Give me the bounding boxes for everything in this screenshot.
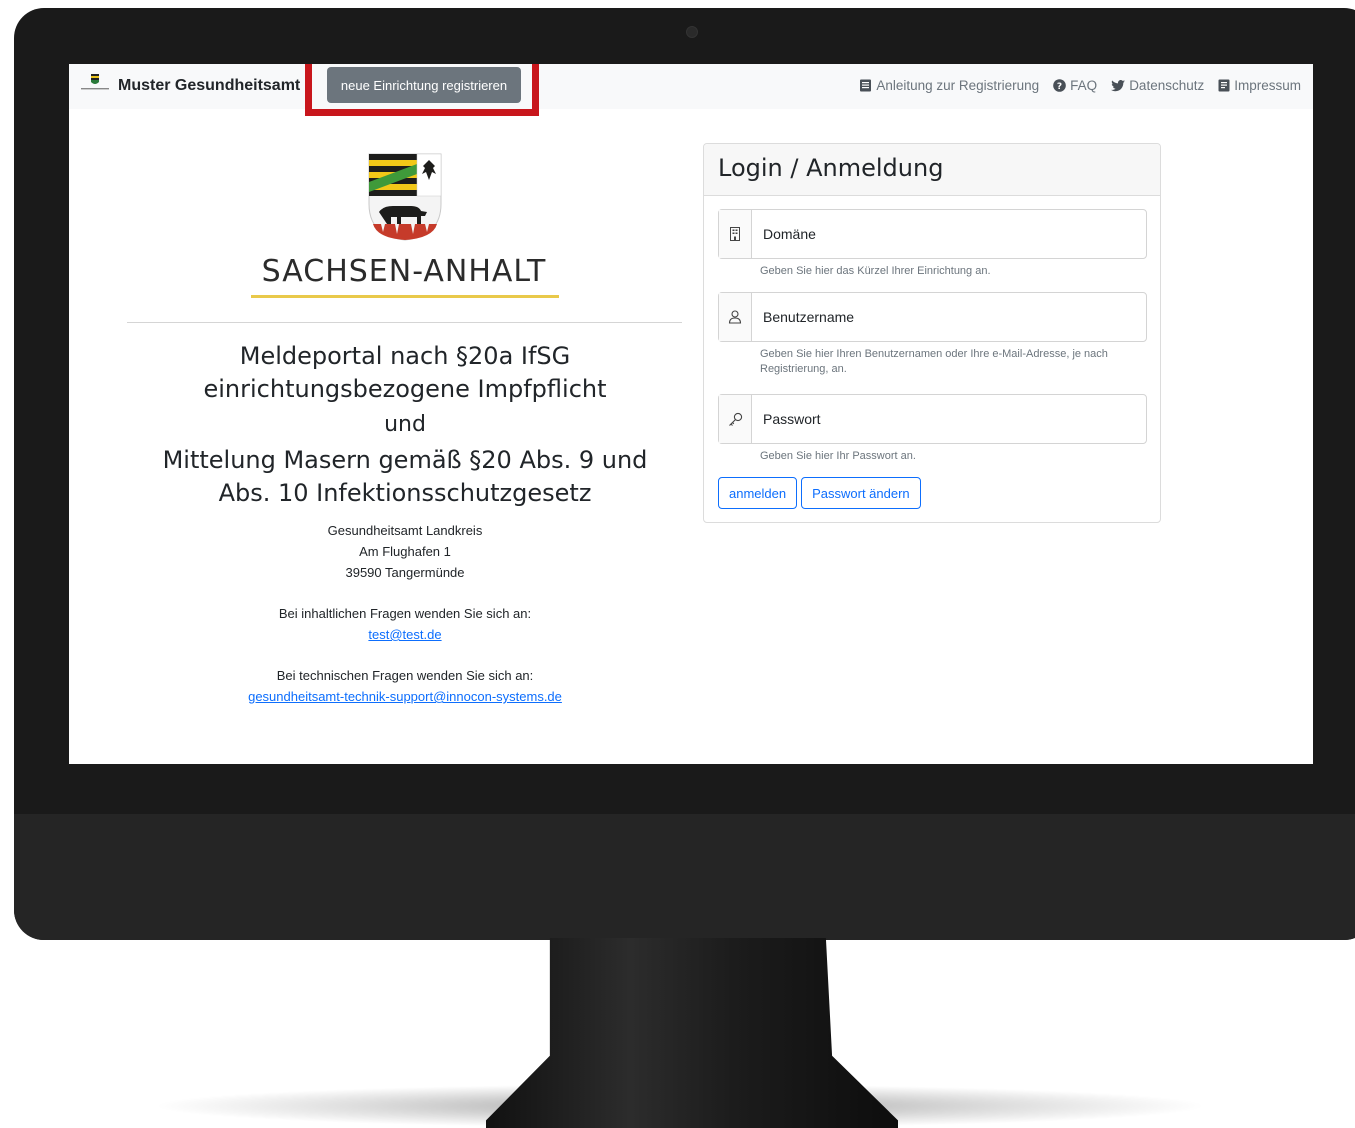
brand-logo-icon[interactable] — [79, 72, 111, 94]
nav-link-imprint[interactable]: Impressum — [1218, 78, 1301, 93]
password-field-group: Geben Sie hier Ihr Passwort an. — [718, 394, 1147, 464]
content-question-text: Bei inhaltlichen Fragen wenden Sie sich … — [278, 606, 532, 621]
navbar: Muster Gesundheitsamt neue Einrichtung r… — [69, 64, 1313, 116]
section-divider — [127, 322, 682, 323]
svg-text:?: ? — [1057, 82, 1062, 92]
nav-link-label: Impressum — [1234, 78, 1301, 93]
login-title: Login / Anmeldung — [704, 144, 1160, 196]
monitor-chin — [14, 814, 1355, 940]
nav-link-faq[interactable]: ? FAQ — [1053, 78, 1097, 93]
tech-email-link[interactable]: gesundheitsamt-technik-support@innocon-s… — [248, 689, 562, 704]
tech-contact: Bei technischen Fragen wenden Sie sich a… — [127, 665, 683, 707]
camera-icon — [686, 26, 698, 38]
brand-name[interactable]: Muster Gesundheitsamt — [118, 77, 300, 95]
twitter-icon — [1111, 79, 1126, 91]
domain-field-group: Geben Sie hier das Kürzel Ihrer Einricht… — [718, 209, 1147, 279]
conjunction-text: und — [384, 412, 426, 437]
nav-link-registration-guide[interactable]: Anleitung zur Registrierung — [859, 78, 1039, 93]
nav-link-label: Datenschutz — [1129, 78, 1205, 93]
username-field — [718, 292, 1147, 342]
state-underline — [251, 295, 559, 298]
heading-line: Mittelung Masern gemäß §20 Abs. 9 und — [162, 446, 648, 474]
building-icon — [719, 210, 752, 258]
username-input[interactable] — [752, 293, 1146, 341]
portal-heading: Meldeportal nach §20a IfSG einrichtungsb… — [127, 340, 683, 406]
state-name: SACHSEN-ANHALT — [261, 254, 547, 289]
address-line: Gesundheitsamt Landkreis — [327, 523, 483, 538]
browser-screen: Muster Gesundheitsamt neue Einrichtung r… — [69, 64, 1313, 764]
nav-link-label: Anleitung zur Registrierung — [876, 78, 1040, 93]
nav-links: Anleitung zur Registrierung ? FAQ Datens… — [859, 78, 1301, 93]
register-institution-button[interactable]: neue Einrichtung registrieren — [327, 67, 521, 103]
user-icon — [719, 293, 752, 341]
tech-question-text: Bei technischen Fragen wenden Sie sich a… — [276, 668, 534, 683]
nav-link-privacy[interactable]: Datenschutz — [1111, 78, 1204, 93]
domain-field — [718, 209, 1147, 259]
password-field — [718, 394, 1147, 444]
book-icon — [860, 79, 872, 92]
login-button[interactable]: anmelden — [718, 477, 798, 509]
login-card: Login / Anmeldung Geben Sie hier das Kür… — [703, 143, 1161, 523]
domain-help-text: Geben Sie hier das Kürzel Ihrer Einricht… — [760, 265, 991, 277]
password-help-text: Geben Sie hier Ihr Passwort an. — [760, 450, 916, 462]
heading-line: Abs. 10 Infektionsschutzgesetz — [218, 479, 592, 507]
address-line: Am Flughafen 1 — [359, 544, 451, 559]
monitor-stand — [486, 938, 898, 1128]
coat-of-arms-icon — [368, 153, 442, 241]
nav-link-label: FAQ — [1070, 78, 1098, 93]
password-input[interactable] — [752, 395, 1146, 443]
address-line: 39590 Tangermünde — [345, 565, 465, 580]
domain-input[interactable] — [752, 210, 1146, 258]
login-actions: anmelden Passwort ändern — [718, 477, 921, 509]
heading-line: einrichtungsbezogene Impfpflicht — [203, 375, 607, 403]
measles-heading: Mittelung Masern gemäß §20 Abs. 9 und Ab… — [127, 444, 683, 510]
username-help-text: Geben Sie hier Ihren Benutzernamen oder … — [760, 348, 1108, 375]
question-circle-icon: ? — [1053, 79, 1066, 92]
heading-line: Meldeportal nach §20a IfSG — [239, 342, 571, 370]
content-email-link[interactable]: test@test.de — [368, 627, 441, 642]
change-password-button[interactable]: Passwort ändern — [801, 477, 921, 509]
username-field-group: Geben Sie hier Ihren Benutzernamen oder … — [718, 292, 1147, 377]
office-address: Gesundheitsamt Landkreis Am Flughafen 1 … — [127, 520, 683, 583]
info-column: Meldeportal nach §20a IfSG einrichtungsb… — [127, 340, 683, 707]
content-contact: Bei inhaltlichen Fragen wenden Sie sich … — [127, 603, 683, 645]
key-icon — [719, 395, 752, 443]
document-icon — [1218, 79, 1230, 92]
